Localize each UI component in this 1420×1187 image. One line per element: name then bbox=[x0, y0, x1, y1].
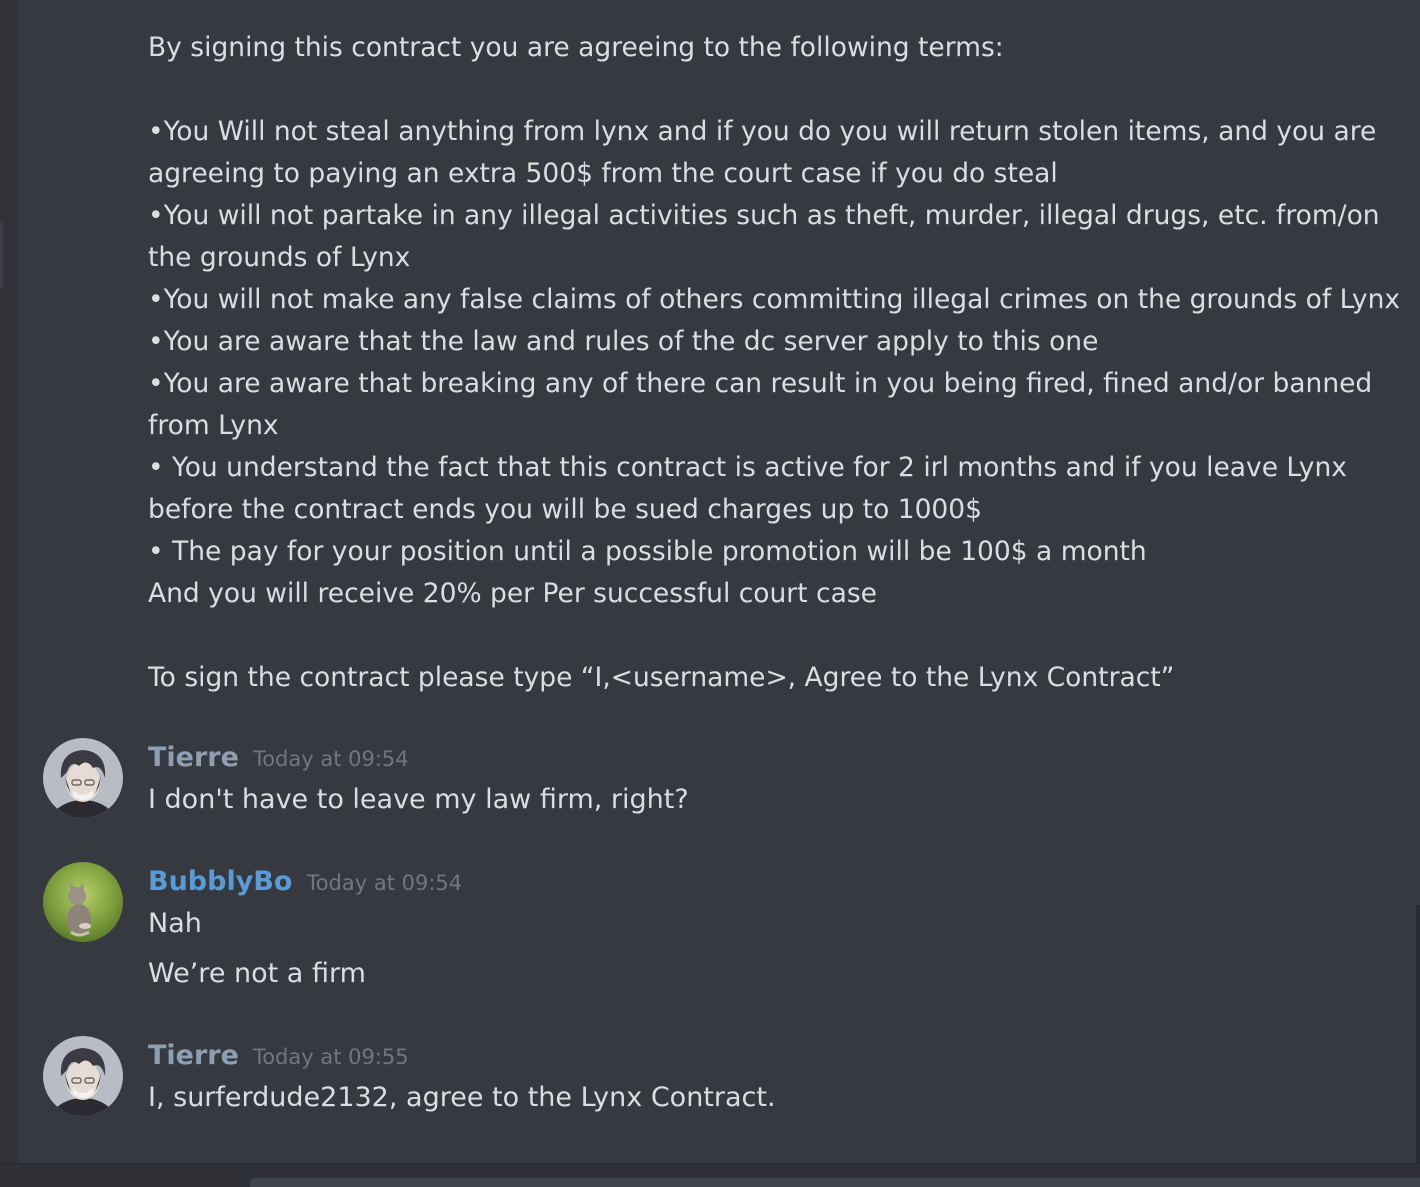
channel-unread-indicator bbox=[0, 222, 3, 288]
username[interactable]: Tierre bbox=[148, 742, 239, 773]
scrollbar-thumb[interactable] bbox=[1416, 905, 1420, 1163]
message-text: Nah bbox=[148, 908, 202, 939]
contract-line: from Lynx bbox=[148, 410, 279, 441]
contract-line: •You are aware that breaking any of ther… bbox=[148, 368, 1373, 399]
message-input-area bbox=[0, 1163, 1420, 1187]
contract-line: • The pay for your position until a poss… bbox=[148, 536, 1147, 567]
avatar[interactable] bbox=[43, 738, 123, 818]
message-header: Tierre Today at 09:55 bbox=[148, 1040, 409, 1071]
contract-line: •You Will not steal anything from lynx a… bbox=[148, 116, 1377, 147]
message-text: I don't have to leave my law firm, right… bbox=[148, 784, 689, 815]
message-text: I, surferdude2132, agree to the Lynx Con… bbox=[148, 1082, 776, 1113]
avatar[interactable] bbox=[43, 862, 123, 942]
contract-line: the grounds of Lynx bbox=[148, 242, 411, 273]
username[interactable]: BubblyBo bbox=[148, 866, 292, 897]
message-text: We’re not a firm bbox=[148, 958, 366, 989]
contract-line: before the contract ends you will be sue… bbox=[148, 494, 983, 525]
timestamp: Today at 09:54 bbox=[252, 747, 409, 771]
avatar[interactable] bbox=[43, 1036, 123, 1116]
contract-line: By signing this contract you are agreein… bbox=[148, 32, 1004, 63]
timestamp: Today at 09:54 bbox=[306, 871, 463, 895]
timestamp: Today at 09:55 bbox=[252, 1045, 409, 1069]
contract-line: •You will not partake in any illegal act… bbox=[148, 200, 1380, 231]
message-header: Tierre Today at 09:54 bbox=[148, 742, 409, 773]
contract-line: agreeing to paying an extra 500$ from th… bbox=[148, 158, 1058, 189]
username[interactable]: Tierre bbox=[148, 1040, 239, 1071]
contract-line: •You will not make any false claims of o… bbox=[148, 284, 1401, 315]
message-header: BubblyBo Today at 09:54 bbox=[148, 866, 462, 897]
contract-line: To sign the contract please type “I,<use… bbox=[148, 662, 1175, 693]
anime-character-icon bbox=[43, 738, 123, 818]
contract-line: •You are aware that the law and rules of… bbox=[148, 326, 1099, 357]
contract-line: • You understand the fact that this cont… bbox=[148, 452, 1347, 483]
contract-line bbox=[148, 69, 1410, 111]
left-gutter bbox=[0, 0, 18, 1186]
contract-line bbox=[148, 615, 1410, 657]
anime-character-icon bbox=[43, 1036, 123, 1116]
contract-line: And you will receive 20% per Per success… bbox=[148, 578, 877, 609]
cat-photo-icon bbox=[43, 862, 123, 942]
contract-message-body: By signing this contract you are agreein… bbox=[148, 27, 1410, 699]
